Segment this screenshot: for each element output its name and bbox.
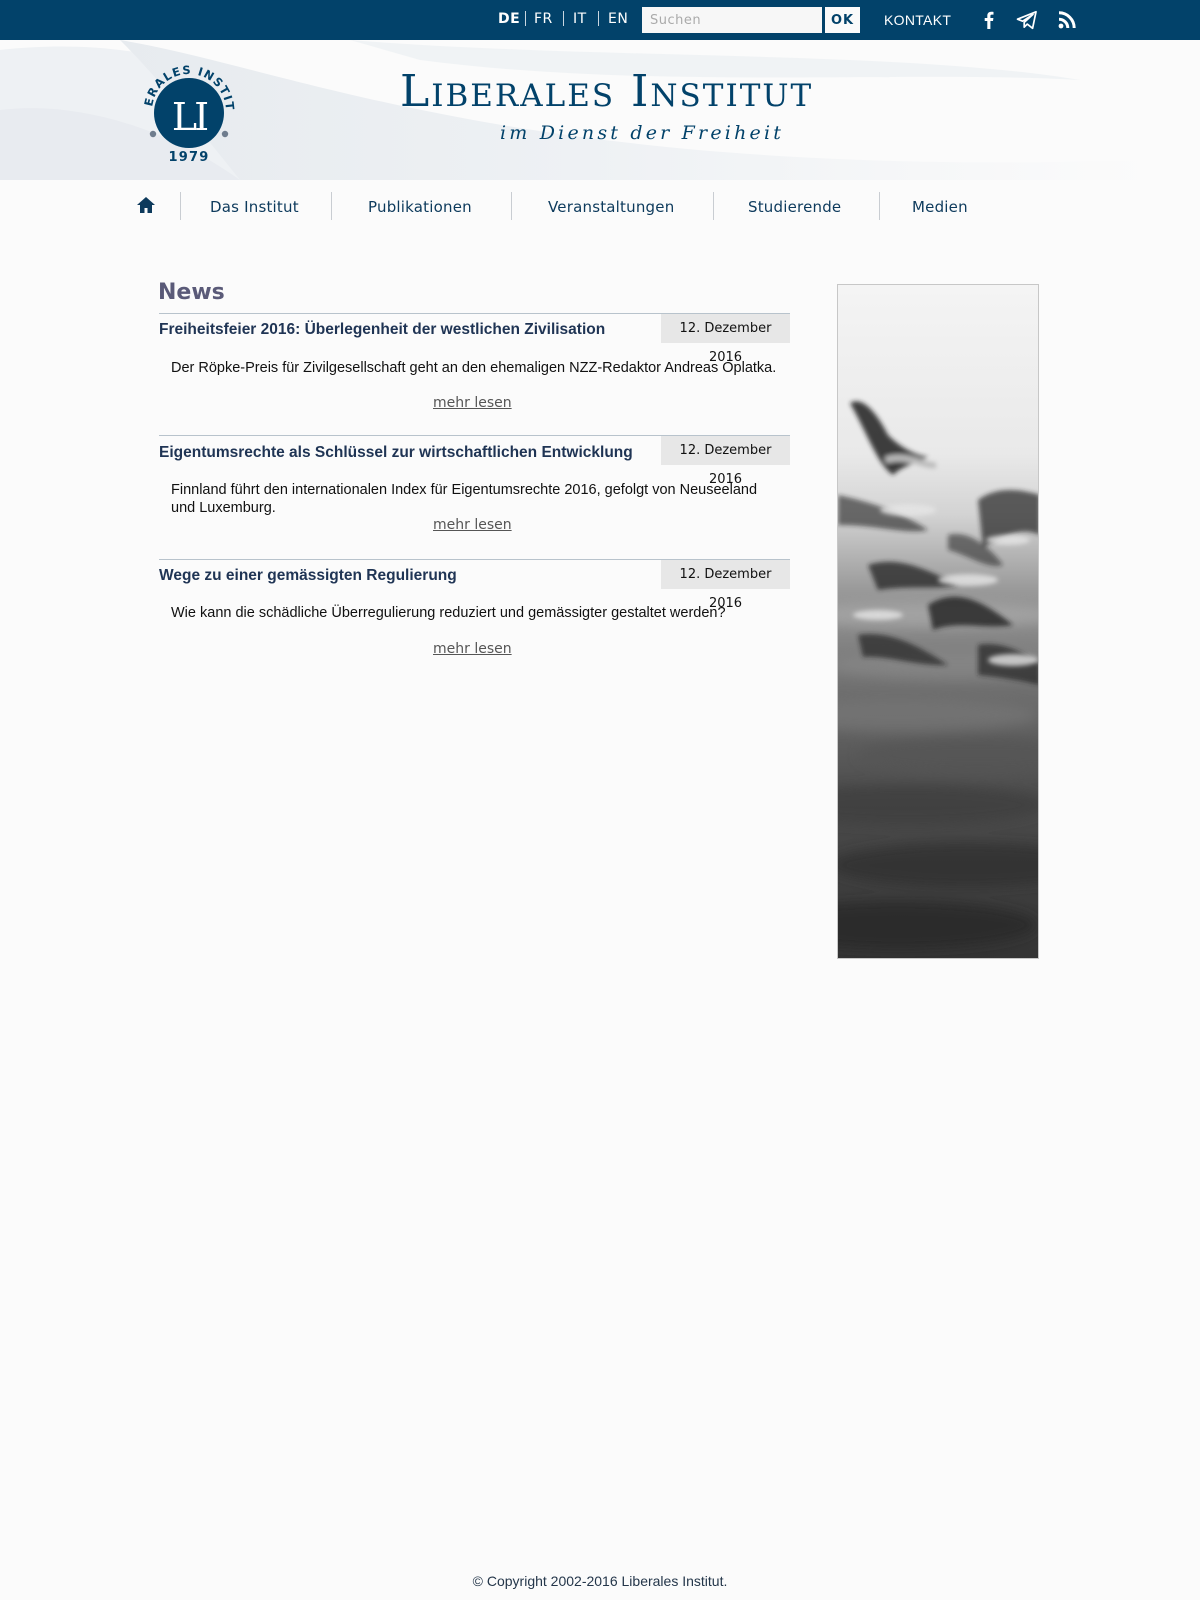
- news-heading: News: [158, 280, 225, 305]
- read-more-link[interactable]: mehr lesen: [433, 641, 512, 657]
- site-tagline: im Dienst der Freiheit: [500, 122, 785, 144]
- article-title[interactable]: Eigentumsrechte als Schlüssel zur wirtsc…: [159, 444, 649, 461]
- site-title[interactable]: Liberales Institut: [400, 66, 880, 118]
- seagulls-photo: [837, 284, 1039, 959]
- nav-divider: [879, 192, 880, 220]
- article-title[interactable]: Wege zu einer gemässigten Regulierung: [159, 567, 639, 584]
- nav-divider: [511, 192, 512, 220]
- svg-text:LI: LI: [172, 95, 207, 139]
- language-divider: [598, 11, 599, 26]
- nav-item-publikationen[interactable]: Publikationen: [368, 198, 472, 216]
- home-icon[interactable]: [135, 194, 157, 216]
- language-divider: [563, 11, 564, 26]
- nav-item-studierende[interactable]: Studierende: [748, 198, 841, 216]
- contact-link[interactable]: KONTAKT: [884, 12, 951, 28]
- nav-divider: [713, 192, 714, 220]
- svg-text:1979: 1979: [169, 150, 210, 165]
- article-summary: Der Röpke-Preis für Zivilgesellschaft ge…: [171, 360, 777, 376]
- top-bar: DE FR IT EN OK KONTAKT: [0, 0, 1200, 40]
- read-more-link[interactable]: mehr lesen: [433, 517, 512, 533]
- article-date: 12. Dezember 2016: [661, 314, 790, 365]
- language-it[interactable]: IT: [573, 11, 587, 27]
- facebook-icon[interactable]: [977, 8, 1001, 32]
- language-en[interactable]: EN: [608, 11, 628, 27]
- main-navigation: Das Institut Publikationen Veranstaltung…: [0, 186, 1200, 226]
- nav-item-das-institut[interactable]: Das Institut: [210, 198, 299, 216]
- nav-divider: [180, 192, 181, 220]
- article-date: 12. Dezember 2016: [661, 436, 790, 487]
- article-title[interactable]: Freiheitsfeier 2016: Überlegenheit der w…: [159, 321, 649, 338]
- nav-item-medien[interactable]: Medien: [912, 198, 968, 216]
- nav-item-veranstaltungen[interactable]: Veranstaltungen: [548, 198, 674, 216]
- site-header: LIBERALES INSTITUT LI 1979 Liberales Ins…: [0, 40, 1200, 180]
- footer-copyright: © Copyright 2002-2016 Liberales Institut…: [472, 1573, 728, 1589]
- institute-logo[interactable]: LIBERALES INSTITUT LI 1979: [131, 44, 242, 165]
- article-summary: Finnland führt den internationalen Index…: [171, 482, 758, 516]
- article-date: 12. Dezember 2016: [661, 560, 790, 611]
- rss-icon[interactable]: [1055, 8, 1079, 32]
- search-submit-button[interactable]: OK: [825, 7, 860, 33]
- telegram-icon[interactable]: [1015, 8, 1039, 32]
- read-more-link[interactable]: mehr lesen: [433, 395, 512, 411]
- nav-divider: [331, 192, 332, 220]
- article-summary: Wie kann die schädliche Überregulierung …: [171, 605, 726, 621]
- language-fr[interactable]: FR: [534, 11, 553, 27]
- search-input[interactable]: [642, 7, 822, 33]
- language-divider: [525, 11, 526, 26]
- language-de[interactable]: DE: [498, 11, 520, 27]
